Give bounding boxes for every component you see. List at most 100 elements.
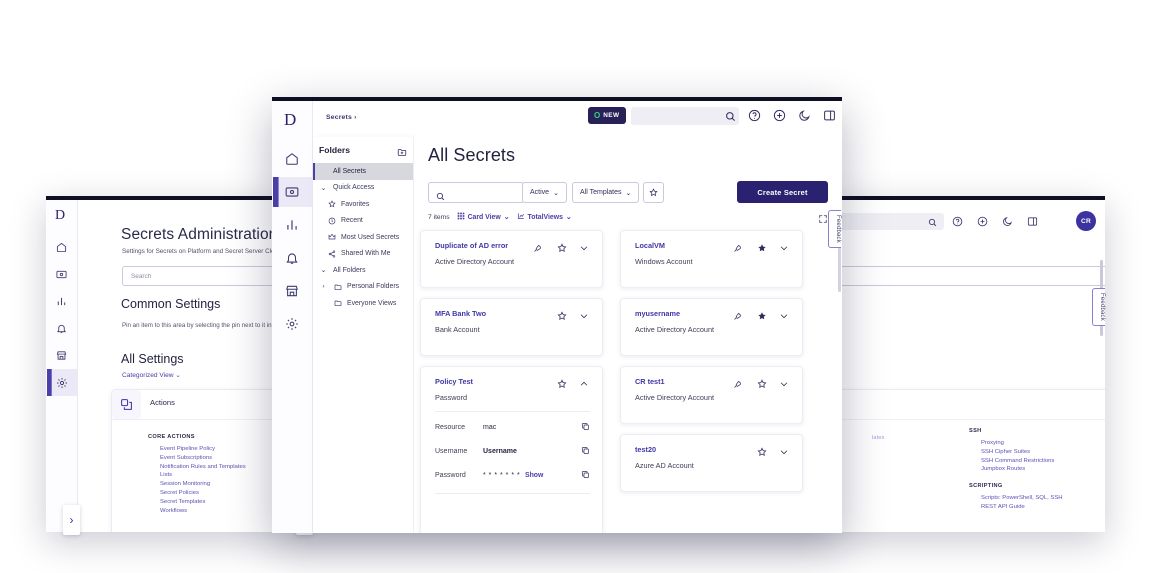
bg-settings-link[interactable]: Notification Rules and Templates bbox=[160, 463, 246, 472]
create-secret-button[interactable]: Create Secret bbox=[737, 181, 828, 203]
foreground-window-all-secrets[interactable]: D Secrets › bbox=[272, 97, 842, 533]
favorite-star-icon[interactable] bbox=[557, 240, 567, 258]
bg-settings-link[interactable]: SSH Command Restrictions bbox=[981, 457, 1063, 466]
launch-icon[interactable] bbox=[733, 240, 742, 258]
secret-card[interactable]: MFA Bank Two Bank Account bbox=[420, 298, 603, 356]
launch-icon[interactable] bbox=[733, 376, 742, 394]
add-icon[interactable] bbox=[977, 214, 988, 232]
launch-icon[interactable] bbox=[533, 240, 542, 258]
sidebar-item-quick-access[interactable]: ⌄ Quick Access bbox=[313, 180, 413, 197]
add-icon[interactable] bbox=[773, 109, 786, 127]
chevron-down-icon[interactable] bbox=[779, 376, 789, 394]
copy-icon[interactable] bbox=[581, 470, 590, 481]
secret-card[interactable]: Duplicate of AD error Active Directory A… bbox=[420, 230, 603, 288]
secret-name[interactable]: CR test1 bbox=[635, 377, 665, 386]
sidebar-item-settings[interactable] bbox=[47, 369, 77, 396]
bg-left-nav-rail[interactable]: D bbox=[46, 200, 78, 532]
sidebar-item-shared-with-me[interactable]: Shared With Me bbox=[313, 246, 413, 263]
secret-name[interactable]: Policy Test bbox=[435, 377, 473, 386]
sidebar-item-marketplace[interactable] bbox=[47, 342, 77, 369]
sort-selector[interactable]: TotalViews ⌄ bbox=[517, 212, 572, 222]
favorite-star-icon[interactable] bbox=[557, 376, 567, 394]
fg-left-nav-rail[interactable]: D bbox=[272, 101, 313, 533]
secret-name[interactable]: LocalVM bbox=[635, 241, 665, 250]
sidebar-item-recent[interactable]: Recent bbox=[313, 213, 413, 230]
avatar[interactable]: CR bbox=[1076, 211, 1096, 231]
chevron-down-icon[interactable] bbox=[779, 240, 789, 258]
copy-icon[interactable] bbox=[581, 446, 590, 457]
secret-card[interactable]: test20 Azure AD Account bbox=[620, 434, 803, 492]
sidebar-item-settings[interactable] bbox=[273, 309, 312, 339]
help-icon[interactable] bbox=[952, 214, 963, 232]
favorite-star-icon[interactable] bbox=[557, 308, 567, 326]
status-filter-dropdown[interactable]: Active ⌄ bbox=[522, 182, 567, 203]
secret-card-expanded[interactable]: Policy Test Password Resource mac bbox=[420, 366, 603, 533]
bg-view-selector[interactable]: Categorized View ⌄ bbox=[122, 371, 181, 379]
bg-global-search-input[interactable] bbox=[826, 213, 944, 230]
view-mode-selector[interactable]: Card View ⌄ bbox=[457, 212, 510, 222]
search-icon[interactable] bbox=[725, 109, 736, 127]
sidebar-item-vault[interactable] bbox=[47, 261, 77, 288]
sidebar-item-everyone-views[interactable]: Everyone Views bbox=[313, 295, 413, 312]
bg-settings-link[interactable]: REST API Guide bbox=[981, 503, 1063, 512]
secret-card[interactable]: CR test1 Active Directory Account bbox=[620, 366, 803, 424]
favorite-star-icon[interactable] bbox=[757, 444, 767, 462]
secret-name[interactable]: Duplicate of AD error bbox=[435, 241, 508, 250]
chevron-up-icon[interactable] bbox=[579, 376, 589, 394]
favorite-star-icon[interactable] bbox=[757, 308, 767, 326]
favorite-star-icon[interactable] bbox=[757, 240, 767, 258]
chevron-down-icon[interactable] bbox=[579, 308, 589, 326]
new-badge[interactable]: O NEW bbox=[588, 107, 626, 124]
sidebar-item-alerts[interactable] bbox=[273, 243, 312, 273]
secret-name[interactable]: test20 bbox=[635, 445, 656, 454]
launch-icon[interactable] bbox=[733, 308, 742, 326]
chevron-down-icon[interactable] bbox=[779, 444, 789, 462]
sidebar-item-reports[interactable] bbox=[47, 288, 77, 315]
help-icon[interactable] bbox=[748, 109, 761, 127]
bg-settings-link[interactable]: Proxying bbox=[981, 439, 1063, 448]
carousel-prev-arrow[interactable]: › bbox=[63, 505, 80, 535]
bg-settings-link[interactable]: Scripts: PowerShell, SQL, SSH bbox=[981, 494, 1063, 503]
secret-name[interactable]: MFA Bank Two bbox=[435, 309, 486, 318]
sidebar-item-all-secrets[interactable]: All Secrets bbox=[313, 163, 413, 180]
template-filter-dropdown[interactable]: All Templates ⌄ bbox=[572, 182, 639, 203]
bg-settings-link[interactable]: Secret Templates bbox=[160, 498, 246, 507]
bg-settings-link[interactable]: Event Subscriptions bbox=[160, 454, 246, 463]
global-search-input[interactable] bbox=[631, 107, 739, 125]
chevron-right-icon[interactable]: › bbox=[319, 284, 328, 290]
chevron-down-icon[interactable] bbox=[579, 240, 589, 258]
sidebar-item-most-used-secrets[interactable]: Most Used Secrets bbox=[313, 229, 413, 246]
bg-settings-link[interactable]: Workflows bbox=[160, 507, 246, 516]
sidebar-item-marketplace[interactable] bbox=[273, 276, 312, 306]
sidebar-item-reports[interactable] bbox=[273, 210, 312, 240]
bg-settings-link[interactable]: Event Pipeline Policy bbox=[160, 445, 246, 454]
bg-settings-link[interactable]: Session Monitoring bbox=[160, 480, 246, 489]
panel-icon[interactable] bbox=[1027, 214, 1038, 232]
breadcrumb[interactable]: Secrets › bbox=[326, 114, 357, 121]
bg-settings-link[interactable]: SSH Cipher Suites bbox=[981, 448, 1063, 457]
copy-icon[interactable] bbox=[581, 422, 590, 433]
dark-mode-icon[interactable] bbox=[798, 109, 811, 127]
show-password-link[interactable]: Show bbox=[525, 472, 581, 479]
sidebar-item-favorites[interactable]: Favorites bbox=[313, 196, 413, 213]
chevron-down-icon[interactable] bbox=[779, 308, 789, 326]
secret-card[interactable]: LocalVM Windows Account bbox=[620, 230, 803, 288]
feedback-tab[interactable]: Feedback bbox=[828, 210, 841, 248]
sidebar-item-home[interactable] bbox=[273, 144, 312, 174]
bg-settings-link[interactable]: Jumpbox Routes bbox=[981, 465, 1063, 474]
feedback-tab[interactable]: Feedback bbox=[1092, 288, 1105, 326]
dark-mode-icon[interactable] bbox=[1002, 214, 1013, 232]
sidebar-item-all-folders[interactable]: ⌄ All Folders bbox=[313, 262, 413, 279]
sidebar-item-home[interactable] bbox=[47, 234, 77, 261]
secret-name[interactable]: myusername bbox=[635, 309, 680, 318]
bg-settings-link[interactable]: Lists bbox=[160, 471, 246, 480]
search-icon[interactable] bbox=[928, 214, 937, 232]
sidebar-item-alerts[interactable] bbox=[47, 315, 77, 342]
favorite-star-icon[interactable] bbox=[757, 376, 767, 394]
sidebar-item-vault[interactable] bbox=[273, 177, 312, 207]
secret-card[interactable]: myusername Active Directory Account bbox=[620, 298, 803, 356]
panel-icon[interactable] bbox=[823, 109, 836, 127]
search-input[interactable] bbox=[428, 182, 524, 203]
favorites-filter-button[interactable] bbox=[643, 182, 664, 203]
add-folder-icon[interactable] bbox=[397, 144, 407, 162]
